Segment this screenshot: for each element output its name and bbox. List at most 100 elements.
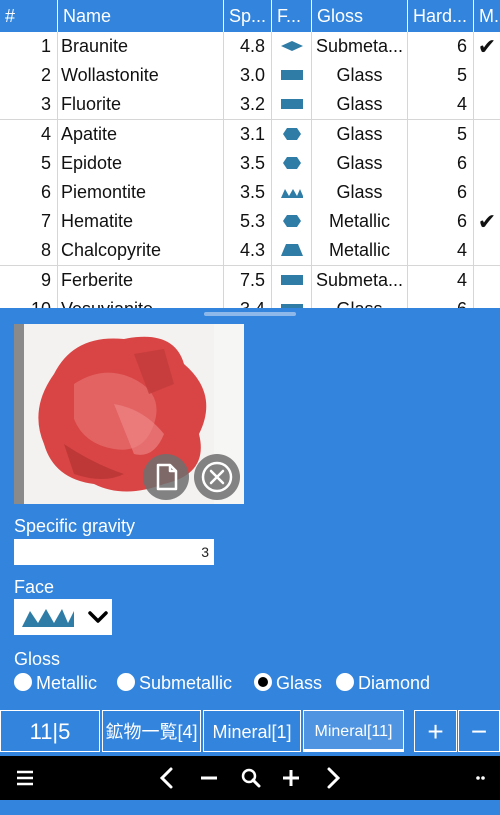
gloss-radio-metallic[interactable]: Metallic: [14, 672, 97, 694]
cell-face: [272, 207, 312, 237]
cell-sg: 3.1: [224, 119, 272, 149]
cell-mark: [474, 178, 500, 207]
col-header-mark[interactable]: M...: [474, 0, 500, 32]
cell-name: Hematite: [58, 207, 224, 237]
cell-hardness: 4: [408, 236, 474, 266]
cell-name: Apatite: [58, 119, 224, 149]
radio-dot-selected: [254, 673, 272, 691]
sg-label: Specific gravity: [14, 516, 136, 536]
cell-face: [272, 265, 312, 295]
hexagon-face-icon: [283, 127, 301, 140]
cell-gloss: Glass: [312, 148, 408, 178]
tab-mineral-list[interactable]: 鉱物一覧[4]: [102, 710, 201, 752]
gloss-option-label: Submetallic: [139, 673, 233, 693]
cell-mark: [474, 149, 500, 178]
table-row[interactable]: 1 Braunite 4.8 Submeta... 6 ✔: [0, 32, 500, 62]
col-header-gloss[interactable]: Gloss: [312, 0, 408, 32]
file-icon: [156, 463, 178, 491]
cell-number: 7: [0, 207, 58, 237]
col-header-number[interactable]: #: [0, 0, 58, 32]
hexagon-face-icon: [283, 156, 301, 169]
search-icon[interactable]: [231, 756, 271, 800]
cell-gloss: Submeta...: [312, 32, 408, 61]
table-row[interactable]: 9 Ferberite 7.5 Submeta... 4: [0, 265, 500, 296]
table-row[interactable]: 5 Epidote 3.5 Glass 6: [0, 148, 500, 179]
table-row[interactable]: 10Vesuvianite3.4 Glass6: [0, 294, 500, 308]
tab-bar: 11|5 鉱物一覧[4] Mineral[1] Mineral[11] + −: [0, 708, 500, 754]
cell-sg: 3.5: [224, 178, 272, 207]
table-row[interactable]: 8 Chalcopyrite 4.3 Metallic 4: [0, 236, 500, 267]
cell-number: 6: [0, 178, 58, 207]
cell-number: 3: [0, 90, 58, 120]
bottom-toolbar: [0, 756, 500, 800]
table-row[interactable]: 3 Fluorite 3.2 Glass 4: [0, 90, 500, 121]
gloss-radio-glass[interactable]: Glass: [254, 672, 322, 694]
cell-sg: 4.3: [224, 236, 272, 266]
cell-face: [272, 61, 312, 91]
cell-name: Piemontite: [58, 178, 224, 207]
gloss-radio-diamond[interactable]: Diamond: [336, 672, 430, 694]
close-icon: [201, 461, 233, 493]
gloss-option-label: Diamond: [358, 673, 431, 693]
col-header-sg[interactable]: Sp...: [224, 0, 272, 32]
cell-hardness: 6: [408, 178, 474, 207]
face-label: Face: [14, 577, 55, 597]
back-icon[interactable]: [147, 756, 187, 800]
cell-mark: [474, 61, 500, 90]
table-row[interactable]: 7 Hematite 5.3 Metallic 6 ✔: [0, 207, 500, 238]
menu-icon[interactable]: [5, 756, 45, 800]
sg-input[interactable]: 3: [14, 539, 214, 565]
cell-number: 8: [0, 236, 58, 266]
cell-number: 2: [0, 61, 58, 91]
cell-gloss: Glass: [312, 119, 408, 149]
cell-mark: [474, 266, 500, 295]
forward-icon[interactable]: [313, 756, 353, 800]
cell-hardness: 5: [408, 61, 474, 91]
cell-mark: ✔: [477, 209, 497, 235]
zoom-out-icon[interactable]: [189, 756, 229, 800]
radio-dot: [117, 673, 135, 691]
col-header-hardness[interactable]: Hard...: [408, 0, 474, 32]
cell-name: Wollastonite: [58, 61, 224, 91]
remove-tab-button[interactable]: −: [458, 710, 500, 752]
file-button[interactable]: [143, 454, 189, 500]
tab-mineral-11[interactable]: Mineral[11]: [303, 710, 404, 752]
more-icon[interactable]: [460, 756, 500, 800]
cell-gloss: Glass: [312, 61, 408, 91]
cell-sg: 3.5: [224, 148, 272, 178]
cell-sg: 3.0: [224, 61, 272, 91]
cell-sg: 7.5: [224, 265, 272, 295]
gloss-radio-submetallic[interactable]: Submetallic: [117, 672, 232, 694]
cell-face: [272, 294, 312, 308]
cell-hardness: 6: [408, 207, 474, 237]
delete-photo-button[interactable]: [194, 454, 240, 500]
zoom-in-icon[interactable]: [271, 756, 311, 800]
cell-name: Vesuvianite: [58, 294, 224, 308]
cell-mark: ✔: [477, 34, 497, 59]
cell-hardness: 4: [408, 265, 474, 295]
mineral-photo: [14, 324, 244, 504]
col-header-name[interactable]: Name: [58, 0, 224, 32]
gloss-option-label: Glass: [276, 673, 323, 693]
add-tab-button[interactable]: +: [414, 710, 457, 752]
col-header-face[interactable]: F...: [272, 0, 312, 32]
cell-number: 4: [0, 119, 58, 149]
table-row[interactable]: 2 Wollastonite 3.0 Glass 5: [0, 61, 500, 92]
record-counter[interactable]: 11|5: [0, 710, 100, 752]
gloss-option-label: Metallic: [36, 673, 98, 693]
cell-gloss: Submeta...: [312, 265, 408, 295]
table-row[interactable]: 6 Piemontite 3.5 Glass 6: [0, 178, 500, 208]
gloss-label: Gloss: [14, 649, 61, 669]
cell-gloss: Glass: [312, 294, 408, 308]
cell-hardness: 5: [408, 119, 474, 149]
table-row[interactable]: 4 Apatite 3.1 Glass 5: [0, 119, 500, 150]
splitter-handle[interactable]: [204, 312, 296, 316]
cell-number: 10: [0, 294, 58, 308]
cell-gloss: Metallic: [312, 236, 408, 266]
cell-mark: [474, 295, 500, 308]
cell-face: [272, 148, 312, 178]
face-select[interactable]: [14, 599, 112, 635]
cell-number: 5: [0, 148, 58, 178]
tab-mineral-1[interactable]: Mineral[1]: [203, 710, 301, 752]
cell-name: Chalcopyrite: [58, 236, 224, 266]
